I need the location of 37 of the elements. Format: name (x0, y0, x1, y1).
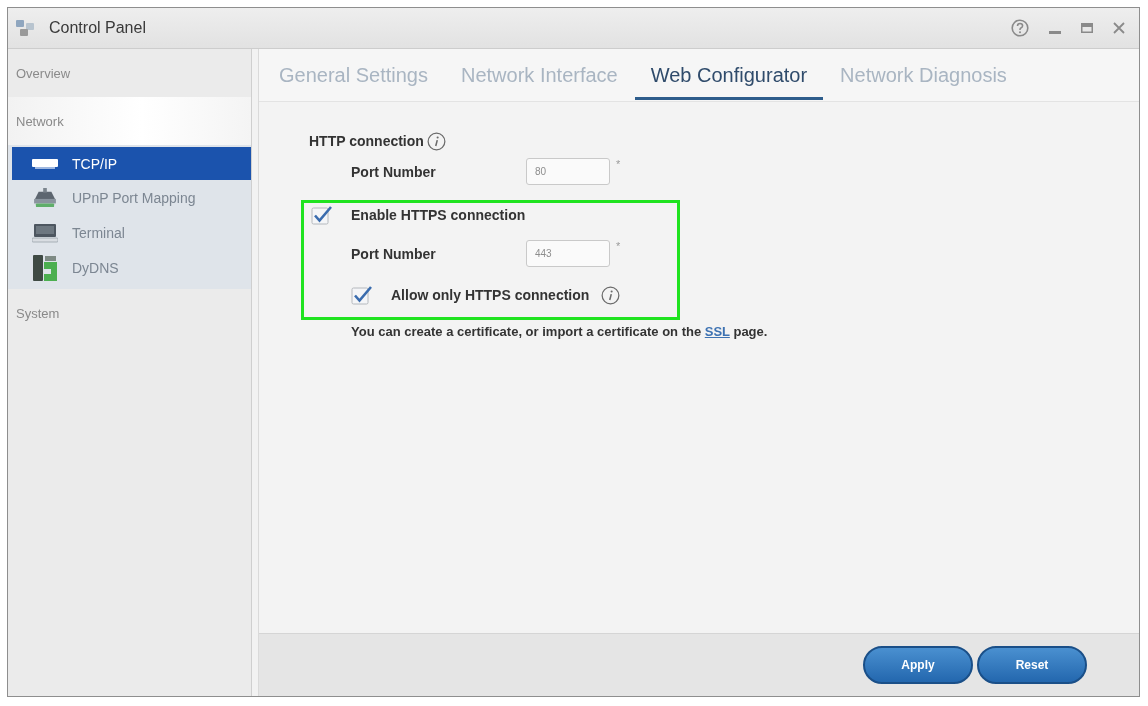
checkbox[interactable] (351, 285, 373, 305)
required-mark: * (616, 158, 621, 170)
checkbox[interactable] (311, 205, 333, 225)
info-icon[interactable] (601, 285, 621, 305)
maximize-icon[interactable] (1081, 23, 1093, 33)
port-input[interactable]: 443 (526, 240, 610, 267)
tab[interactable]: Network Interface (445, 49, 634, 100)
tab[interactable]: Web Configurator (634, 49, 824, 100)
checkbox-label: Enable HTTPS connection (351, 207, 526, 223)
app-icon (15, 19, 35, 37)
minimize-icon[interactable] (1049, 30, 1061, 34)
sidebar-item[interactable]: UPnP Port Mapping (12, 180, 251, 215)
sidebar-item[interactable]: Terminal (12, 215, 251, 250)
tab[interactable]: General Settings (263, 49, 444, 100)
field-label: Port Number (351, 245, 437, 262)
certificate-note: You can create a certificate, or import a certificate on the SSL page. (351, 324, 769, 339)
sidebar-section[interactable]: System (8, 289, 251, 337)
server-icon (32, 253, 58, 282)
monitor-icon (32, 222, 58, 243)
checkbox-label: Allow only HTTPS connection (391, 287, 590, 303)
sidebar-section[interactable]: Overview (8, 49, 251, 97)
close-icon[interactable] (1113, 22, 1125, 34)
info-icon[interactable] (426, 131, 446, 151)
port-input[interactable]: 80 (526, 158, 610, 185)
field-label: Port Number (351, 163, 437, 180)
reset-button[interactable]: Reset (977, 646, 1087, 684)
tab[interactable]: Network Diagnosis (824, 49, 1023, 100)
apply-button[interactable]: Apply (863, 646, 973, 684)
sidebar-item[interactable]: TCP/IP (12, 147, 251, 180)
window-title: Control Panel (49, 19, 146, 37)
sidebar-item[interactable]: DyDNS (12, 250, 251, 285)
sidebar-section[interactable]: Network (8, 97, 251, 145)
section-heading: HTTP connection (309, 133, 424, 149)
ssl-link[interactable]: SSL (704, 324, 730, 339)
required-mark: * (616, 240, 621, 252)
help-icon[interactable] (1011, 19, 1029, 37)
router-icon (32, 187, 58, 208)
